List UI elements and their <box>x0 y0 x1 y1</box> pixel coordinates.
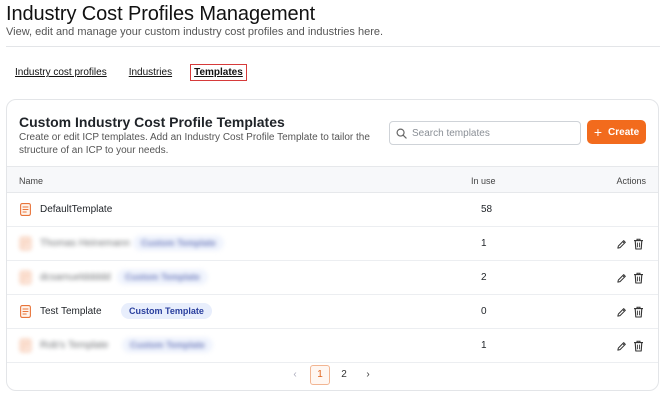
pencil-icon[interactable] <box>616 339 627 357</box>
tab-industry-cost-profiles[interactable]: Industry cost profiles <box>15 67 107 78</box>
create-button-label: Create <box>608 126 640 138</box>
template-name: Thomas Heinemann <box>40 238 131 249</box>
in-use-count: 58 <box>481 204 493 215</box>
templates-card: Custom Industry Cost Profile Templates C… <box>6 99 659 391</box>
template-doc-icon <box>20 339 31 357</box>
template-doc-icon <box>20 237 31 255</box>
column-header-in-use: In use <box>471 176 496 186</box>
pagination: ‹ 1 2 › <box>7 362 658 386</box>
custom-template-badge: Custom Template <box>133 235 224 251</box>
page-1-button[interactable]: 1 <box>310 365 330 385</box>
template-name: Test Template <box>40 306 102 317</box>
tab-industries[interactable]: Industries <box>129 67 172 78</box>
in-use-count: 0 <box>481 306 487 317</box>
next-page-button[interactable]: › <box>358 365 378 385</box>
trash-icon[interactable] <box>633 339 644 357</box>
pencil-icon[interactable] <box>616 271 627 289</box>
in-use-count: 1 <box>481 238 487 249</box>
trash-icon[interactable] <box>633 305 644 323</box>
create-button[interactable]: + Create <box>587 120 646 144</box>
table-row[interactable]: Test Template Custom Template 0 <box>7 295 658 329</box>
search-box[interactable] <box>389 121 581 145</box>
previous-page-button[interactable]: ‹ <box>285 365 305 385</box>
template-doc-icon <box>20 203 31 221</box>
page-2-button[interactable]: 2 <box>334 365 354 385</box>
template-name: dcsamuelddddd <box>40 272 111 283</box>
custom-template-badge: Custom Template <box>121 303 212 319</box>
trash-icon[interactable] <box>633 271 644 289</box>
table-row[interactable]: dcsamuelddddd Custom Template 2 <box>7 261 658 295</box>
trash-icon[interactable] <box>633 237 644 255</box>
search-input[interactable] <box>412 127 572 139</box>
pencil-icon[interactable] <box>616 237 627 255</box>
in-use-count: 2 <box>481 272 487 283</box>
tab-bar: Industry cost profiles Industries Templa… <box>15 64 269 81</box>
table-row[interactable]: Thomas Heinemann Custom Template 1 <box>7 227 658 261</box>
template-name: DefaultTemplate <box>40 204 113 215</box>
template-doc-icon <box>20 271 31 289</box>
plus-icon: + <box>593 124 603 140</box>
template-doc-icon <box>20 305 31 323</box>
page-subtitle: View, edit and manage your custom indust… <box>6 26 384 38</box>
table-row[interactable]: Rob's Template Custom Template 1 <box>7 329 658 363</box>
tab-templates[interactable]: Templates <box>190 64 247 81</box>
custom-template-badge: Custom Template <box>122 337 213 353</box>
table-header: Name In use Actions <box>7 166 658 193</box>
column-header-name: Name <box>19 176 44 186</box>
card-title: Custom Industry Cost Profile Templates <box>19 114 285 130</box>
table-row[interactable]: DefaultTemplate 58 <box>7 193 658 227</box>
column-header-actions: Actions <box>616 176 646 186</box>
custom-template-badge: Custom Template <box>117 269 208 285</box>
header-divider <box>6 46 660 47</box>
search-icon <box>396 128 407 139</box>
template-name: Rob's Template <box>40 340 109 351</box>
pencil-icon[interactable] <box>616 305 627 323</box>
page-title: Industry Cost Profiles Management <box>6 3 316 25</box>
card-description: Create or edit ICP templates. Add an Ind… <box>19 132 370 156</box>
in-use-count: 1 <box>481 340 487 351</box>
